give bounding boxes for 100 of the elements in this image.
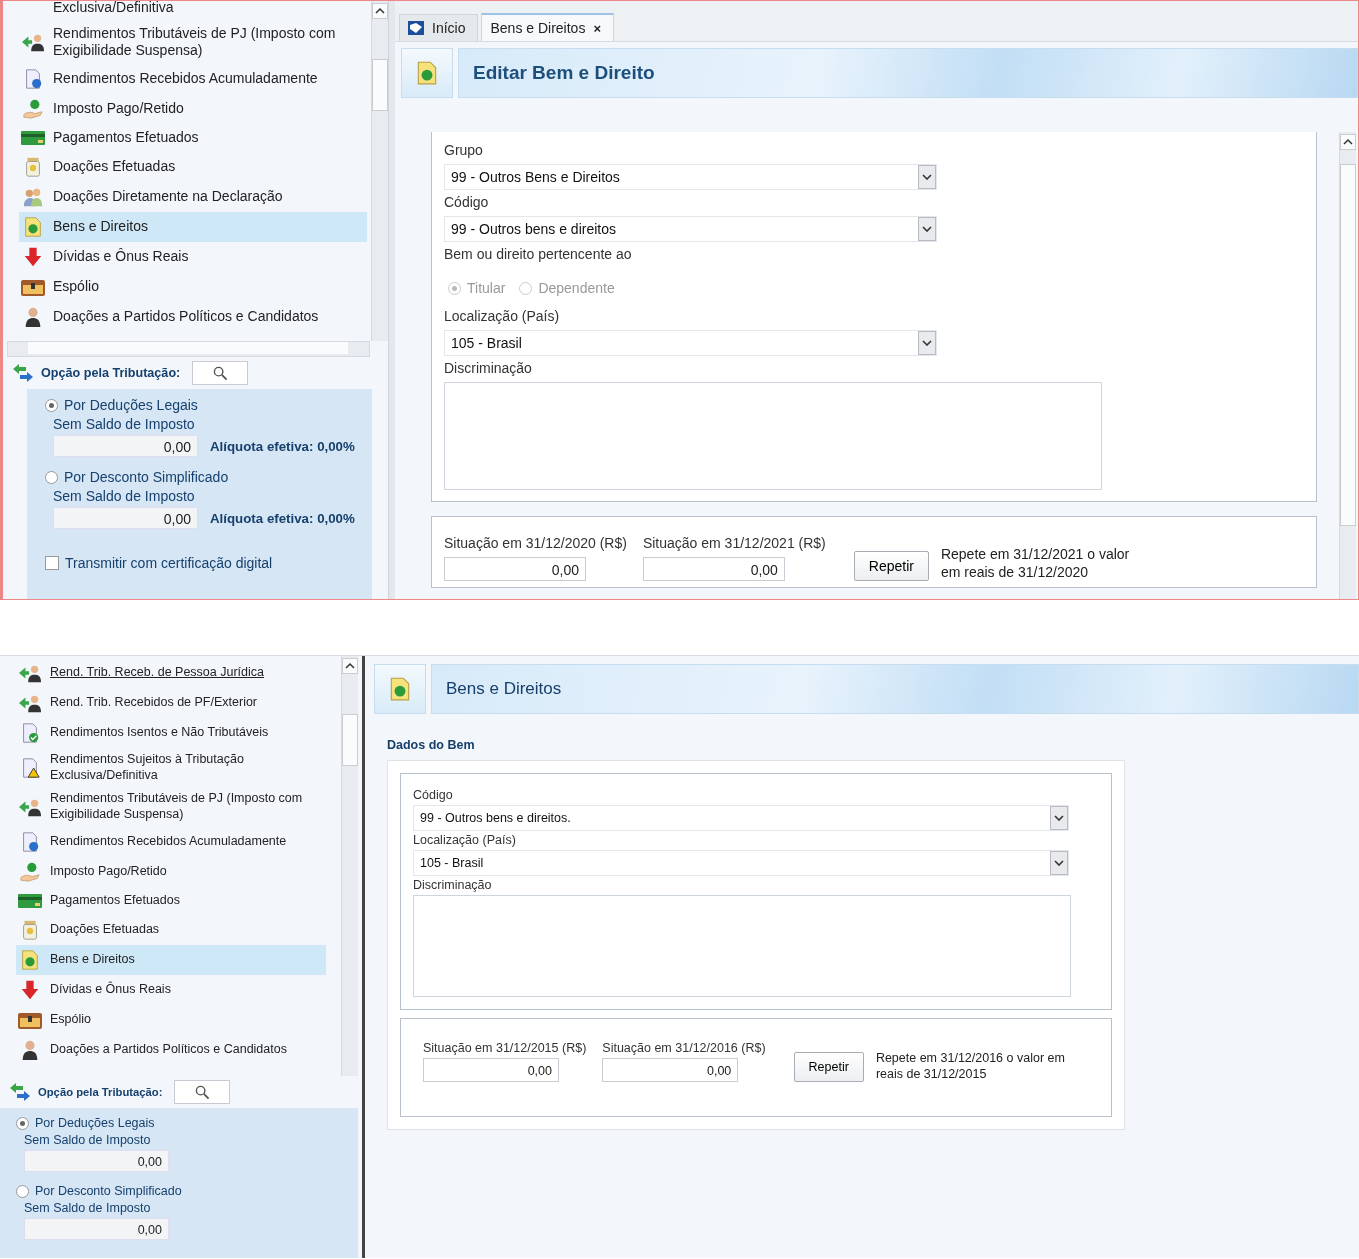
field-label: Sem Saldo de Imposto — [52, 488, 196, 504]
dropdown[interactable]: 99 - Outros bens e direitos. — [413, 805, 1069, 831]
sidebar-item[interactable]: Doações Efetuadas — [16, 914, 326, 945]
search-button[interactable] — [192, 361, 249, 385]
sidebar-item[interactable]: Rendimentos Recebidos Acumuladamente — [16, 826, 326, 857]
tab[interactable]: Bens e Direitos × — [481, 13, 614, 41]
coin-hand-icon — [19, 860, 41, 883]
amount-field: 0,00 — [53, 507, 198, 529]
sidebar-item[interactable]: Exclusiva/Definitiva — [19, 1, 367, 21]
sidebar-item[interactable]: Rend. Trib. Recebidos de PF/Exterior — [16, 688, 326, 718]
scroll-thumb[interactable] — [342, 714, 358, 766]
sidebar-item[interactable]: Doações a Partidos Políticos e Candidatos — [16, 1034, 326, 1065]
option-label: Por Desconto Simplificado — [35, 1184, 182, 1198]
amount-field[interactable]: 0,00 — [642, 557, 785, 581]
amount-field: 0,00 — [53, 435, 198, 457]
exchange-arrows-icon — [11, 362, 35, 384]
radio-button[interactable] — [45, 470, 58, 484]
scroll-thumb[interactable] — [28, 342, 348, 354]
sidebar-item[interactable]: Bens e Direitos — [19, 211, 367, 242]
dropdown[interactable]: 105 - Brasil — [413, 850, 1069, 876]
field-label: Código — [413, 788, 454, 802]
field-label: Localização (País) — [444, 308, 561, 324]
close-button[interactable]: × — [593, 20, 601, 36]
scrollbar[interactable] — [341, 656, 358, 1076]
chevron-down-icon — [922, 226, 932, 232]
sidebar-item[interactable]: Espólio — [16, 1004, 326, 1035]
sidebar-item[interactable]: Rend. Trib. Receb. de Pessoa Jurídica — [16, 658, 326, 688]
sidebar-item[interactable]: Rendimentos Tributáveis de PJ (Imposto com Exigibilidade Suspensa) — [16, 787, 326, 827]
scroll-thumb[interactable] — [372, 59, 388, 111]
sidebar-item[interactable]: Dívidas e Ônus Reais — [19, 241, 367, 272]
sidebar-item[interactable]: Rendimentos Recebidos Acumuladamente — [19, 63, 367, 94]
amount-field[interactable]: 0,00 — [602, 1058, 739, 1082]
scroll-thumb[interactable] — [1340, 164, 1356, 526]
option-label: Por Desconto Simplificado — [64, 469, 229, 485]
sidebar-item[interactable]: Dívidas e Ônus Reais — [16, 974, 326, 1005]
text-area[interactable] — [413, 895, 1071, 997]
sidebar-item[interactable]: Doações a Partidos Políticos e Candidatos — [19, 301, 367, 332]
dropdown[interactable]: 99 - Outros Bens e Direitos — [444, 164, 937, 190]
page-title: Editar Bem e Direito — [473, 62, 655, 84]
chevron-down-icon — [1054, 860, 1064, 866]
sidebar-item[interactable]: Rendimentos Sujeitos à Tributação Exclusiva/Definitiva — [16, 748, 326, 788]
radio-button[interactable] — [16, 1184, 29, 1198]
checkbox[interactable] — [45, 556, 59, 570]
sidebar-item[interactable]: Doações Efetuadas — [19, 151, 367, 182]
tab[interactable]: Início — [399, 14, 479, 41]
search-icon — [194, 1084, 210, 1100]
field-label: Situação em 31/12/2015 (R$) — [423, 1041, 587, 1055]
horizontal-scrollbar[interactable] — [7, 341, 370, 357]
sidebar-item[interactable]: Rendimentos Tributáveis de PJ (Imposto com Exigibilidade Suspensa) — [19, 20, 367, 64]
sidebar-item[interactable]: Bens e Direitos — [16, 944, 326, 975]
field-label: Grupo — [444, 142, 484, 158]
repeat-button[interactable]: Repetir — [853, 551, 929, 581]
scroll-up-icon[interactable] — [1340, 134, 1356, 150]
sidebar-item[interactable]: Pagamentos Efetuados — [16, 886, 326, 915]
dropdown[interactable]: 99 - Outros bens e direitos — [444, 216, 937, 242]
taxation-title: Opção pela Tributação: — [41, 366, 181, 380]
amount-field[interactable]: 0,00 — [444, 557, 586, 581]
chevron-down-icon — [922, 340, 932, 346]
down-arrow-icon — [19, 978, 41, 1001]
page-title: Bens e Direitos — [446, 679, 562, 699]
field-label: Situação em 31/12/2016 (R$) — [602, 1041, 766, 1055]
scrollbar[interactable] — [371, 1, 388, 341]
sidebar-item[interactable]: Pagamentos Efetuados — [19, 123, 367, 152]
sidebar-item[interactable]: Imposto Pago/Retido — [16, 856, 326, 887]
field-label: Discriminação — [444, 360, 533, 376]
scrollbar[interactable] — [1339, 132, 1356, 599]
option-label: Dependente — [538, 280, 615, 296]
field-label: Sem Saldo de Imposto — [23, 1133, 152, 1147]
rate-text: Alíquota efetiva: 0,00% — [210, 510, 355, 526]
section-title: Dados do Bem — [387, 738, 476, 752]
money-document-icon — [22, 215, 44, 238]
scroll-up-icon[interactable] — [342, 658, 358, 674]
option-label: Por Deduções Legais — [35, 1116, 155, 1130]
field-label: Sem Saldo de Imposto — [23, 1201, 152, 1215]
flag-icon — [408, 21, 424, 35]
field-label: Situação em 31/12/2020 (R$) — [444, 535, 627, 551]
checkbox-label: Transmitir com certificação digital — [65, 555, 273, 571]
field-label: Situação em 31/12/2021 (R$) — [642, 535, 826, 551]
dropdown[interactable]: 105 - Brasil — [444, 330, 937, 356]
sidebar-item[interactable]: Espólio — [19, 271, 367, 302]
search-button[interactable] — [174, 1080, 231, 1104]
option-label: Titular — [467, 280, 506, 296]
sidebar-item[interactable]: Rendimentos Isentos e Não Tributáveis — [16, 718, 326, 748]
text-area[interactable] — [444, 382, 1102, 490]
chevron-down-icon — [1054, 815, 1064, 821]
amount-field[interactable]: 0,00 — [423, 1058, 559, 1082]
option-label: Por Deduções Legais — [64, 397, 198, 413]
scroll-up-icon[interactable] — [372, 3, 388, 19]
coin-hand-icon — [22, 97, 44, 120]
sidebar-item[interactable]: Imposto Pago/Retido — [19, 93, 367, 124]
search-icon — [212, 365, 228, 381]
exchange-arrows-icon — [8, 1081, 32, 1103]
repeat-note: Repete em 31/12/2016 o valor em reais de 31/12/2015 — [875, 1049, 1066, 1082]
radio-button[interactable] — [45, 398, 58, 412]
field-label: Discriminação — [413, 878, 493, 892]
sidebar-item[interactable]: Doações Diretamente na Declaração — [19, 181, 367, 212]
repeat-button[interactable]: Repetir — [793, 1052, 864, 1082]
radio-button[interactable] — [16, 1116, 29, 1130]
field-label: Sem Saldo de Imposto — [52, 416, 196, 432]
field-label: Bem ou direito pertencente ao — [444, 246, 633, 262]
